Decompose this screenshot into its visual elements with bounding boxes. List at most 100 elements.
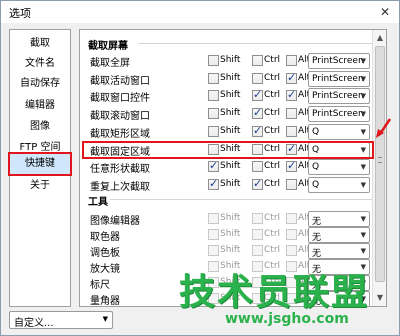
ctrl-label: Ctrl	[264, 229, 281, 239]
chevron-down-icon: ▼	[360, 57, 366, 65]
shift-label: Shift	[220, 161, 241, 172]
ctrl-checkbox[interactable]	[252, 72, 263, 84]
preset-select[interactable]: 自定义... ▼	[9, 311, 113, 329]
chevron-down-icon: ▼	[360, 231, 366, 239]
key-select[interactable]: PrintScreen ▼	[308, 106, 370, 123]
section-divider	[138, 43, 372, 44]
chevron-down-icon: ▼	[360, 110, 366, 119]
chevron-down-icon: ▼	[360, 163, 366, 172]
key-select[interactable]: Q ▼	[308, 159, 370, 176]
sidebar-item-2[interactable]: 自动保存	[10, 74, 70, 94]
red-arrow-icon	[376, 118, 392, 138]
sidebar-item-6[interactable]: 快捷键	[8, 152, 72, 176]
sidebar-item-3[interactable]: 编辑器	[10, 96, 70, 116]
alt-checkbox	[286, 213, 297, 224]
hotkey-label: 重复上次截取	[90, 181, 150, 193]
shift-checkbox[interactable]	[208, 177, 219, 190]
key-select-value: PrintScreen	[312, 91, 364, 102]
key-select[interactable]: PrintScreen ▼	[308, 88, 370, 105]
key-select[interactable]: Q ▼	[308, 123, 370, 140]
alt-checkbox[interactable]	[286, 55, 297, 66]
hotkey-label: 截取活动窗口	[90, 75, 150, 87]
shift-label: Shift	[220, 245, 241, 255]
section-divider	[110, 199, 372, 200]
shift-label: Shift	[220, 213, 241, 223]
alt-checkbox[interactable]	[286, 159, 297, 173]
watermark-title: 技术员联盟	[179, 272, 370, 313]
sidebar-item-0[interactable]: 截取	[10, 34, 70, 54]
ctrl-checkbox[interactable]	[252, 106, 263, 120]
scroll-up-icon[interactable]: ▲	[375, 33, 385, 43]
shift-label: Shift	[220, 178, 241, 189]
ctrl-label: Ctrl	[264, 72, 281, 83]
shift-checkbox[interactable]	[208, 90, 219, 102]
sidebar-item-1[interactable]: 文件名	[10, 54, 70, 74]
shift-checkbox[interactable]	[208, 72, 219, 84]
chevron-down-icon: ▼	[102, 315, 108, 323]
key-select[interactable]: 无 ▼	[308, 211, 370, 227]
shift-label: Shift	[220, 108, 241, 119]
key-select-value: PrintScreen	[312, 56, 364, 66]
key-select[interactable]: 无 ▼	[308, 243, 370, 259]
section-title: 截取屏幕	[88, 41, 128, 52]
section-title: 工具	[88, 197, 108, 208]
hotkey-label: 标尺	[90, 280, 110, 291]
shift-checkbox	[208, 213, 219, 224]
ctrl-checkbox[interactable]	[252, 124, 263, 137]
hotkey-row: 截取矩形区域ShiftCtrlAltQ▼	[80, 123, 372, 141]
hotkey-label: 任意形状截取	[90, 164, 150, 176]
watermark-url: www.jsgho.com	[225, 311, 349, 327]
hotkey-row: 截取滚动窗口ShiftCtrlAltPrintScreen▼	[80, 105, 372, 123]
ctrl-label: Ctrl	[264, 108, 281, 119]
ctrl-checkbox	[252, 245, 263, 256]
ctrl-checkbox[interactable]	[252, 88, 263, 102]
ctrl-checkbox[interactable]	[252, 177, 263, 190]
alt-checkbox[interactable]	[286, 178, 297, 190]
ctrl-label: Ctrl	[264, 90, 281, 101]
hotkey-row: 重复上次截取ShiftCtrlAltQ▼	[80, 176, 372, 194]
key-select[interactable]: 无 ▼	[308, 227, 370, 243]
close-icon[interactable]: ✕	[377, 4, 393, 20]
shift-checkbox[interactable]	[208, 108, 219, 120]
watermark-logo: 技术员联盟 www.jsgho.com	[179, 263, 399, 336]
ctrl-label: Ctrl	[264, 161, 281, 172]
sidebar-item-7[interactable]: 关于	[10, 176, 70, 196]
hotkey-label: 量角器	[90, 296, 120, 307]
hotkey-row: 截取全屏 Shift Ctrl Alt PrintScreen ▼	[80, 52, 372, 70]
scroll-thumb[interactable]	[375, 46, 385, 282]
sidebar-item-4[interactable]: 图像	[10, 117, 70, 137]
shift-checkbox[interactable]	[208, 159, 219, 173]
hotkey-label: 截取窗口控件	[90, 93, 150, 105]
hotkey-label: 放大镜	[90, 264, 120, 275]
ctrl-label: Ctrl	[264, 213, 281, 223]
hotkey-row: 截取活动窗口ShiftCtrlAltPrintScreen▼	[80, 70, 372, 88]
shift-checkbox[interactable]	[208, 55, 219, 66]
alt-checkbox	[286, 245, 297, 256]
key-select-value: PrintScreen	[312, 109, 364, 120]
ctrl-checkbox[interactable]	[252, 55, 263, 66]
key-select-value: Q	[312, 179, 320, 190]
highlight-box	[82, 140, 374, 159]
alt-checkbox[interactable]	[286, 88, 297, 102]
shift-checkbox[interactable]	[208, 125, 219, 137]
alt-checkbox[interactable]	[286, 125, 297, 137]
alt-checkbox[interactable]	[286, 108, 297, 120]
chevron-down-icon: ▼	[360, 92, 366, 101]
hotkey-label: 截取全屏	[90, 58, 130, 69]
shift-label: Shift	[220, 90, 241, 101]
ctrl-checkbox[interactable]	[252, 161, 263, 173]
chevron-down-icon: ▼	[360, 247, 366, 255]
alt-checkbox[interactable]	[286, 71, 297, 84]
hotkey-label: 截取矩形区域	[90, 128, 150, 140]
key-select[interactable]: PrintScreen ▼	[308, 53, 370, 69]
shift-checkbox	[208, 245, 219, 256]
ctrl-checkbox	[252, 213, 263, 224]
hotkey-label: 图像编辑器	[90, 216, 140, 227]
key-select[interactable]: Q ▼	[308, 176, 370, 193]
chevron-down-icon: ▼	[360, 127, 366, 136]
hotkey-label: 取色器	[90, 232, 120, 243]
key-select-value: Q	[312, 126, 320, 137]
preset-select-value: 自定义...	[14, 318, 54, 329]
ctrl-checkbox	[252, 229, 263, 240]
key-select[interactable]: PrintScreen ▼	[308, 70, 370, 87]
